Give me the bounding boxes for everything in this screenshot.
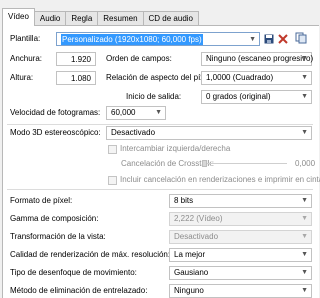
chevron-down-icon: ▼: [155, 109, 162, 116]
width-field[interactable]: 1.920: [56, 52, 96, 66]
divider: [7, 124, 313, 125]
motion-blur-select[interactable]: Gausiano ▼: [169, 266, 312, 280]
stereo-3d-label: Modo 3D estereoscópico:: [10, 128, 101, 137]
stereo-3d-select[interactable]: Desactivado ▼: [106, 126, 312, 140]
tab-strip: Vídeo Audio Regla Resumen CD de audio: [2, 8, 200, 26]
pixel-format-value: 8 bits: [174, 196, 194, 205]
crosstalk-slider-track[interactable]: [203, 163, 287, 164]
deinterlace-select[interactable]: Ninguno ▼: [169, 284, 312, 298]
chevron-down-icon: ▼: [301, 233, 308, 240]
stereo-3d-value: Desactivado: [111, 128, 156, 137]
gamma-label: Gamma de composición:: [10, 214, 99, 223]
chevron-down-icon: ▼: [301, 197, 308, 204]
deinterlace-value: Ninguno: [174, 286, 204, 295]
include-crosstalk-checkbox[interactable]: [108, 176, 117, 185]
chevron-down-icon: ▼: [301, 129, 308, 136]
video-settings-panel: Plantilla: Personalizado (1920x1080; 60,…: [2, 25, 320, 298]
swap-lr-label: Intercambiar izquierda/derecha: [120, 144, 231, 153]
gamma-select: 2,222 (Vídeo) ▼: [169, 212, 312, 226]
chevron-down-icon: ▼: [301, 74, 308, 81]
pixel-format-select[interactable]: 8 bits ▼: [169, 194, 312, 208]
pixel-format-label: Formato de píxel:: [10, 196, 73, 205]
view-transform-label: Transformación de la vista:: [10, 232, 106, 241]
pixel-aspect-select[interactable]: 1,0000 (Cuadrado) ▼: [201, 71, 312, 85]
divider: [7, 189, 313, 190]
frame-rate-select[interactable]: 60,000 ▼: [106, 106, 166, 120]
gamma-value: 2,222 (Vídeo): [174, 214, 223, 223]
deinterlace-label: Método de eliminación de entrelazado:: [10, 286, 148, 295]
render-quality-label: Calidad de renderización de máx. resoluc…: [10, 250, 171, 259]
frame-rate-label: Velocidad de fotogramas:: [10, 108, 101, 117]
chevron-down-icon[interactable]: ▼: [249, 33, 256, 45]
pixel-aspect-label: Relación de aspecto del píxel:: [106, 73, 213, 82]
template-label: Plantilla:: [10, 34, 41, 43]
chevron-down-icon: ▼: [301, 287, 308, 294]
render-quality-value: La mejor: [174, 250, 206, 259]
view-transform-select: Desactivado ▼: [169, 230, 312, 244]
field-order-select[interactable]: Ninguno (escaneo progresivo) ▼: [201, 52, 314, 66]
view-transform-value: Desactivado: [174, 232, 219, 241]
tab-audio-cd[interactable]: CD de audio: [142, 11, 200, 26]
tab-ruler[interactable]: Regla: [65, 11, 99, 26]
frame-rate-value: 60,000: [111, 108, 136, 117]
chevron-down-icon: ▼: [301, 93, 308, 100]
copy-icon[interactable]: [295, 32, 307, 44]
output-start-select[interactable]: 0 grados (original) ▼: [201, 90, 312, 104]
motion-blur-value: Gausiano: [174, 268, 209, 277]
chevron-down-icon: ▼: [301, 251, 308, 258]
chevron-down-icon: ▼: [301, 215, 308, 222]
chevron-down-icon: ▼: [301, 55, 308, 62]
height-field[interactable]: 1.080: [56, 71, 96, 85]
delete-icon[interactable]: [277, 33, 289, 45]
field-order-label: Orden de campos:: [106, 54, 172, 63]
render-quality-select[interactable]: La mejor ▼: [169, 248, 312, 262]
crosstalk-label: Cancelación de Crosstalk:: [121, 159, 214, 168]
width-label: Anchura:: [10, 54, 43, 63]
tab-video[interactable]: Vídeo: [2, 8, 35, 26]
field-order-value: Ninguno (escaneo progresivo): [206, 54, 314, 63]
motion-blur-label: Tipo de desenfoque de movimiento:: [10, 268, 137, 277]
output-start-label: Inicio de salida:: [126, 92, 182, 101]
crosstalk-value: 0,000: [295, 159, 316, 168]
include-crosstalk-label: Incluir cancelación en renderizaciones e…: [120, 175, 320, 184]
height-label: Altura:: [10, 73, 34, 82]
tab-summary[interactable]: Resumen: [97, 11, 144, 26]
template-value: Personalizado (1920x1080; 60,000 fps): [61, 34, 203, 45]
swap-lr-checkbox[interactable]: [108, 145, 117, 154]
pixel-aspect-value: 1,0000 (Cuadrado): [206, 73, 274, 82]
crosstalk-slider-thumb[interactable]: [202, 160, 207, 167]
tab-audio[interactable]: Audio: [33, 11, 67, 26]
save-icon[interactable]: [263, 33, 275, 45]
output-start-value: 0 grados (original): [206, 92, 271, 101]
chevron-down-icon: ▼: [301, 269, 308, 276]
template-combo[interactable]: Personalizado (1920x1080; 60,000 fps) ▼: [56, 32, 260, 46]
